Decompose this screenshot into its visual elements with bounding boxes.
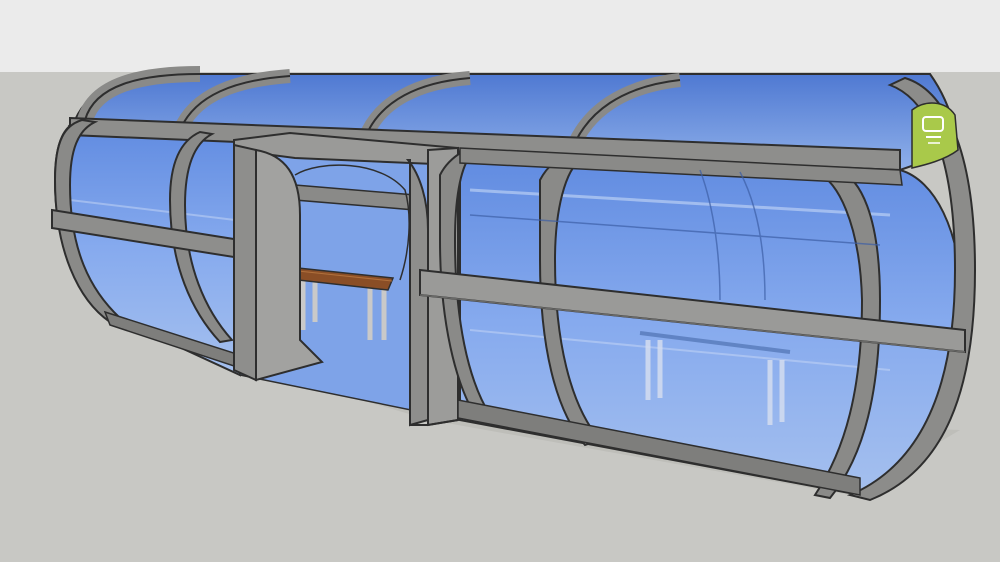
sky-background bbox=[0, 0, 1000, 72]
model-viewport[interactable] bbox=[0, 0, 1000, 562]
bus-shelter-model bbox=[0, 0, 1000, 562]
